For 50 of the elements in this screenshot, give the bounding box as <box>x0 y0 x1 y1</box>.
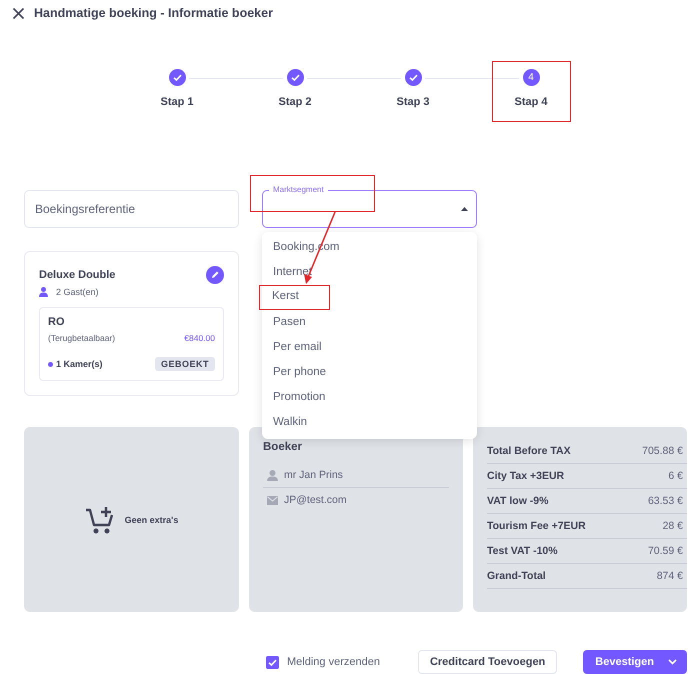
rate-policy: (Terugbetaalbaar) <box>48 333 116 343</box>
total-label: Test VAT -10% <box>487 545 558 557</box>
step-label: Stap 3 <box>396 96 430 108</box>
rate-price: €840.00 <box>184 333 215 343</box>
total-value: 705.88 € <box>642 445 683 457</box>
total-value: 6 € <box>668 470 683 482</box>
close-icon[interactable] <box>12 7 25 20</box>
booker-name: mr Jan Prins <box>284 469 343 481</box>
total-value: 70.59 € <box>648 545 683 557</box>
total-value: 28 € <box>662 520 683 532</box>
dropdown-option[interactable]: Per phone <box>262 360 477 385</box>
guest-count: 2 Gast(en) <box>56 287 99 297</box>
total-label: VAT low -9% <box>487 495 548 507</box>
window-title: Handmatige boeking - Informatie boeker <box>34 5 273 21</box>
dropdown-option[interactable]: Promotion <box>262 385 477 410</box>
booker-email: JP@test.com <box>284 494 347 506</box>
dropdown-option[interactable]: Pasen <box>262 310 477 335</box>
rate-code: RO <box>48 316 66 328</box>
add-card-button[interactable]: Creditcard Toevoegen <box>418 650 558 674</box>
cart-add-icon <box>84 504 115 534</box>
checkbox-label: Melding verzenden <box>287 656 380 668</box>
panel-title: Boeker <box>263 441 303 453</box>
room-count: 1 Kamer(s) <box>56 359 103 369</box>
step-label: Stap 2 <box>278 96 312 108</box>
edit-icon[interactable] <box>206 266 224 284</box>
dropdown-option[interactable]: Per email <box>262 335 477 360</box>
status-badge: GEBOEKT <box>154 357 215 371</box>
total-value: 63.53 € <box>648 495 683 507</box>
field-label: Marktsegment <box>269 184 328 196</box>
dot-icon <box>48 362 53 366</box>
booking-reference-field[interactable]: Boekingsreferentie <box>24 190 239 228</box>
room-name: Deluxe Double <box>39 269 116 281</box>
total-label: Tourism Fee +7EUR <box>487 520 586 532</box>
checkbox[interactable] <box>266 656 279 668</box>
confirm-button[interactable]: Bevestigen <box>583 650 687 674</box>
dropdown-option[interactable]: Kerst <box>259 285 330 310</box>
total-value: 874 € <box>656 570 683 582</box>
dropdown-option[interactable]: Walkin <box>262 410 477 435</box>
empty-extras-text: Geen extra's <box>124 514 178 524</box>
person-icon <box>267 470 278 480</box>
step-label: Stap 4 <box>514 96 548 108</box>
chevron-down-icon <box>668 659 677 665</box>
caret-icon <box>461 207 468 211</box>
person-icon <box>39 287 48 297</box>
mail-icon <box>267 496 278 504</box>
step-number: 4 <box>522 69 540 86</box>
total-label: Total Before TAX <box>487 445 571 457</box>
step-label: Stap 1 <box>160 96 194 108</box>
total-label: Grand-Total <box>487 570 546 582</box>
total-label: City Tax +3EUR <box>487 470 564 482</box>
